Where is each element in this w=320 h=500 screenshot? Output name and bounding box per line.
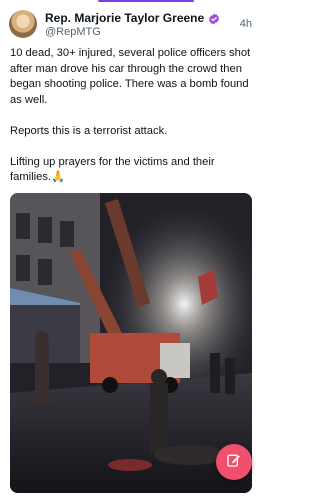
compose-button[interactable] xyxy=(216,444,252,480)
post-paragraph: Reports this is a terrorist attack. xyxy=(10,124,168,137)
name-row: Rep. Marjorie Taylor Greene xyxy=(45,11,220,25)
post-paragraph: Lifting up prayers for the victims and t… xyxy=(10,155,215,184)
avatar[interactable] xyxy=(9,10,37,38)
post-timestamp: 4h xyxy=(239,18,252,30)
top-accent-bar xyxy=(98,0,194,2)
author-handle[interactable]: @RepMTG xyxy=(45,26,101,38)
post-header: Rep. Marjorie Taylor Greene @RepMTG 4h xyxy=(9,10,254,40)
video-frame xyxy=(10,193,252,493)
post-media-video[interactable] xyxy=(10,193,252,493)
post-body: 10 dead, 30+ injured, several police off… xyxy=(10,46,254,186)
verified-badge-icon xyxy=(208,12,220,25)
author-name[interactable]: Rep. Marjorie Taylor Greene xyxy=(45,11,204,25)
post-paragraph: 10 dead, 30+ injured, several police off… xyxy=(10,47,251,106)
compose-icon xyxy=(226,452,242,473)
